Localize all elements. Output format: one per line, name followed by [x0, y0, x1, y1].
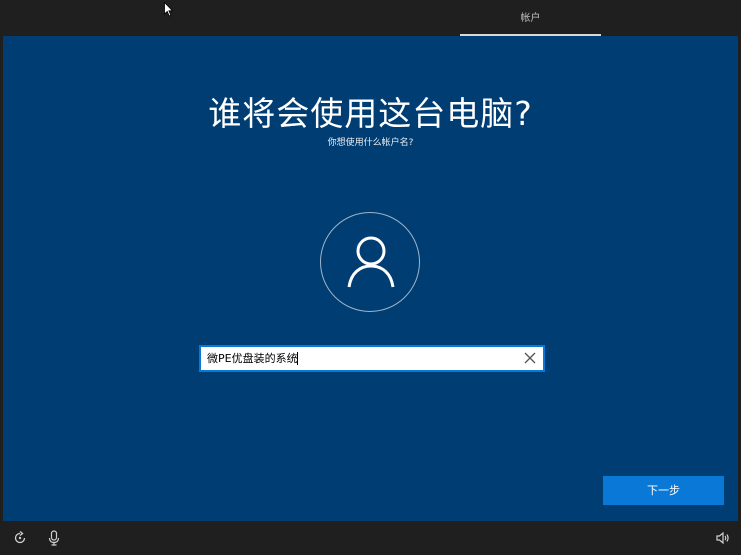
account-name-input[interactable] — [207, 347, 507, 370]
user-icon — [347, 236, 395, 288]
bottom-bar — [0, 521, 741, 555]
oobe-screen: 帐户 谁将会使用这台电脑? 你想使用什么帐户名? 下一步 — [0, 0, 741, 555]
clear-icon[interactable] — [523, 351, 537, 365]
microphone-icon[interactable] — [46, 530, 62, 546]
top-bar: 帐户 — [0, 0, 741, 36]
next-button[interactable]: 下一步 — [603, 476, 724, 505]
tab-account[interactable]: 帐户 — [460, 0, 601, 36]
volume-icon[interactable] — [715, 530, 731, 546]
account-name-field[interactable] — [199, 345, 545, 372]
page-subtitle: 你想使用什么帐户名? — [327, 138, 414, 148]
text-caret — [297, 352, 298, 365]
main-panel: 谁将会使用这台电脑? 你想使用什么帐户名? 下一步 — [3, 36, 738, 521]
avatar — [320, 212, 420, 312]
page-title: 谁将会使用这台电脑? — [208, 94, 533, 133]
ease-of-access-icon[interactable] — [12, 530, 28, 546]
mouse-cursor-icon — [164, 2, 174, 17]
